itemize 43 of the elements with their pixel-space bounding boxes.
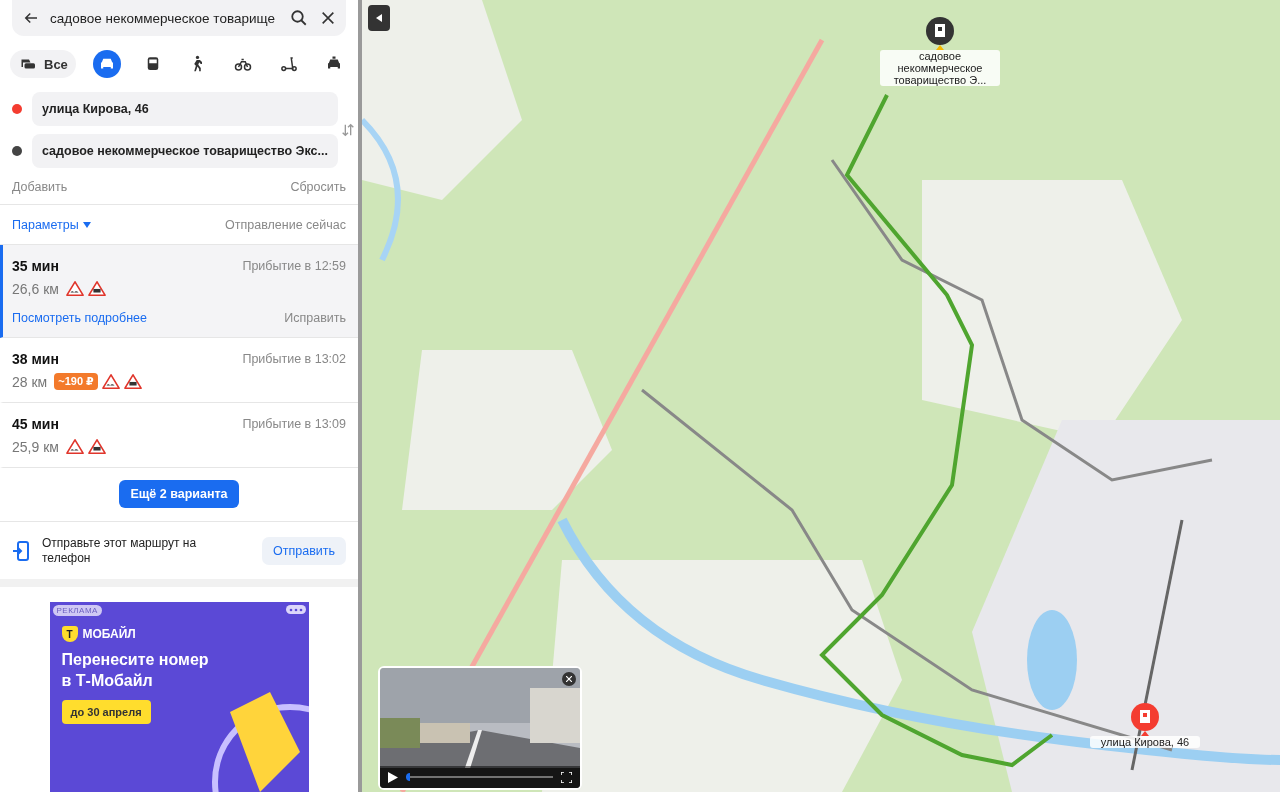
route-duration: 38 мин bbox=[12, 351, 59, 368]
road-bump-icon bbox=[87, 280, 106, 298]
ad-date-badge: до 30 апреля bbox=[61, 699, 151, 724]
uneven-road-icon bbox=[101, 373, 120, 391]
uneven-road-icon bbox=[65, 438, 84, 456]
uneven-road-icon bbox=[65, 280, 84, 298]
search-icon bbox=[290, 9, 308, 28]
swap-icon bbox=[340, 122, 356, 139]
toll-badge: ~190 ₽ bbox=[54, 373, 98, 391]
brand-name: МОБАЙЛ bbox=[82, 627, 136, 641]
pedestrian-icon bbox=[193, 55, 203, 74]
ad-label: РЕКЛАМА bbox=[52, 605, 102, 616]
ad-headline: Перенесите номер в Т-Мобайл bbox=[61, 650, 210, 691]
search-field[interactable]: садовое некоммерческое товарище bbox=[12, 0, 346, 37]
waypoint-field[interactable]: улица Кирова, 46 bbox=[32, 92, 338, 127]
mode-tab[interactable]: Все bbox=[10, 50, 76, 79]
route-option[interactable]: 35 мин Прибытие в 12:59 26,6 км Посмотреть подробнее Исправить bbox=[0, 245, 358, 339]
phone-icon bbox=[12, 540, 30, 561]
scooter-icon bbox=[279, 55, 298, 74]
route-distance: 28 км bbox=[12, 373, 48, 390]
arrival-time: Прибытие в 13:02 bbox=[242, 352, 346, 367]
ad-banner[interactable]: РЕКЛАМА Т МОБАЙЛ Перенесите номер в Т-Мобайл до 30 апреля bbox=[49, 602, 309, 792]
add-link[interactable]: Добавить bbox=[12, 180, 68, 195]
road-bump-icon bbox=[87, 438, 106, 456]
more-routes-button[interactable]: Ещё 2 варианта bbox=[119, 480, 239, 509]
route-duration: 45 мин bbox=[12, 416, 59, 433]
send-route-text: Отправьте этот маршрут на телефон bbox=[42, 536, 198, 565]
reset-link[interactable]: Сбросить bbox=[290, 180, 346, 195]
departure-label: Отправление сейчас bbox=[225, 218, 346, 233]
parameters-dropdown[interactable]: Параметры bbox=[12, 218, 91, 233]
details-link[interactable]: Посмотреть подробнее bbox=[12, 311, 147, 326]
more-options-icon[interactable] bbox=[285, 605, 306, 614]
route-duration: 35 мин bbox=[12, 258, 59, 275]
road-bump-icon bbox=[123, 373, 142, 391]
arrival-time: Прибытие в 12:59 bbox=[242, 259, 346, 274]
caret-icon bbox=[82, 222, 91, 229]
close-icon bbox=[320, 10, 336, 27]
waypoint-field[interactable]: садовое некоммерческое товарищество Экс... bbox=[32, 134, 338, 169]
arrival-time: Прибытие в 13:09 bbox=[242, 417, 346, 432]
send-button[interactable]: Отправить bbox=[262, 536, 346, 565]
route-distance: 25,9 км bbox=[12, 438, 59, 455]
brand-logo: Т bbox=[61, 626, 78, 642]
route-distance: 26,6 км bbox=[12, 280, 59, 297]
